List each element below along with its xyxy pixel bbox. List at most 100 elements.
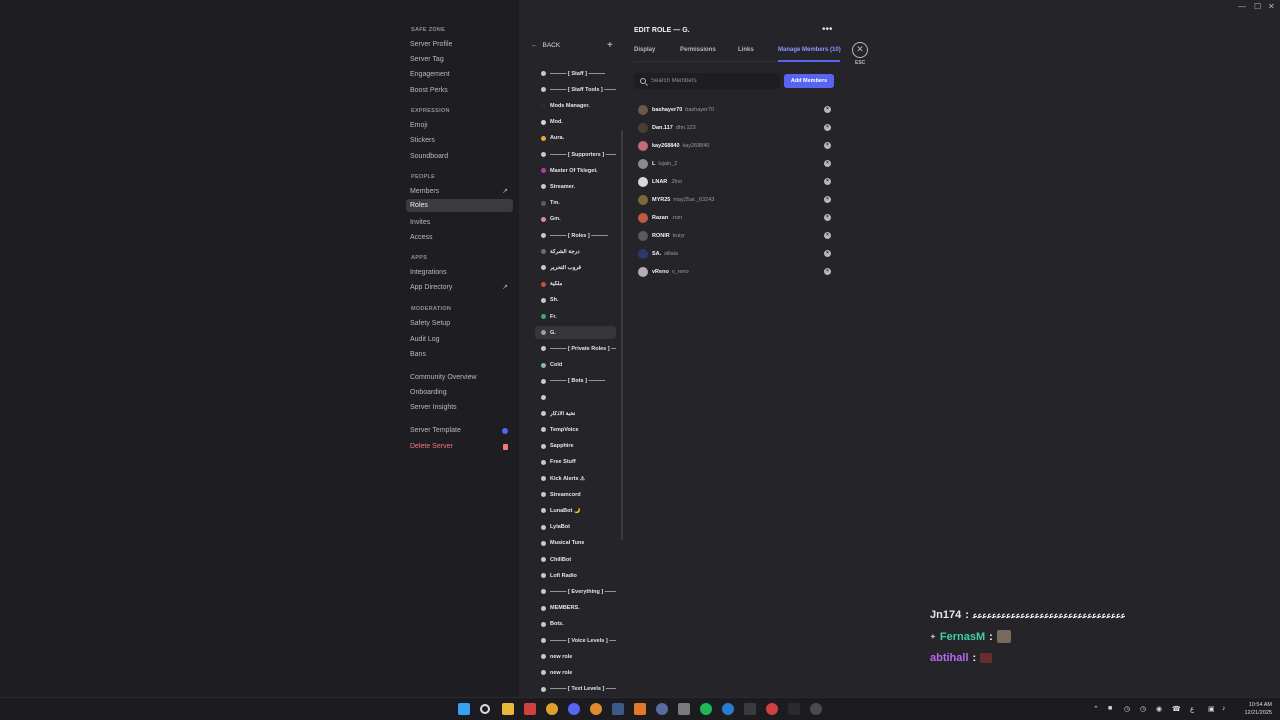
role-list-scrollbar[interactable] — [621, 130, 623, 540]
remove-member-icon[interactable]: × — [824, 160, 831, 167]
sidebar-item-boost-perks[interactable]: Boost Perks — [406, 84, 513, 97]
search-members-input[interactable] — [651, 78, 771, 84]
role-item[interactable]: Gm. — [535, 213, 616, 226]
headphones-icon[interactable]: ◷ — [1140, 705, 1146, 713]
role-item[interactable]: ——— [ Voice Levels ] ——— — [535, 634, 616, 647]
headset-icon[interactable]: ◷ — [1124, 705, 1130, 713]
role-item[interactable]: Sapphire — [535, 440, 616, 453]
role-item[interactable]: نخبة الأذكار — [535, 407, 616, 420]
spotify-icon[interactable] — [700, 703, 712, 715]
taskbar-clock[interactable]: 10:54 AM 12/21/2025 — [1238, 701, 1272, 717]
language-indicator[interactable]: ع — [1190, 705, 1194, 713]
role-item[interactable]: Master Of Tkleget. — [535, 164, 616, 177]
role-item[interactable]: ——— [ Everything ] ——— — [535, 585, 616, 598]
remove-member-icon[interactable]: × — [824, 232, 831, 239]
capcut-icon[interactable] — [788, 703, 800, 715]
maximize-button[interactable]: ☐ — [1254, 2, 1261, 11]
role-item[interactable]: new role — [535, 650, 616, 663]
remove-member-icon[interactable]: × — [824, 106, 831, 113]
sidebar-item-server-profile[interactable]: Server Profile — [406, 38, 513, 51]
discord-icon[interactable] — [568, 703, 580, 715]
sidebar-item-app-directory[interactable]: App Directory ↗ — [406, 281, 513, 294]
sidebar-item-safety-setup[interactable]: Safety Setup — [406, 317, 513, 330]
role-item[interactable]: LylaBot — [535, 521, 616, 534]
close-icon[interactable]: ✕ — [852, 42, 868, 58]
role-item[interactable]: Bots. — [535, 618, 616, 631]
windows-start-icon[interactable] — [458, 703, 470, 715]
tab-links[interactable]: Links — [738, 47, 754, 53]
role-item[interactable]: Kick Alerts ⚠ — [535, 472, 616, 485]
role-item[interactable]: ——— [ Staff Tools ] ——— — [535, 83, 616, 96]
role-item[interactable]: ملكية — [535, 278, 616, 291]
role-item[interactable]: Cold — [535, 359, 616, 372]
sidebar-item-access[interactable]: Access — [406, 231, 513, 244]
role-item[interactable]: ——— [ Bots ] ——— — [535, 375, 616, 388]
role-item[interactable]: Tm. — [535, 197, 616, 210]
app-a-icon[interactable] — [634, 703, 646, 715]
tab-manage-members[interactable]: Manage Members (10) — [778, 47, 841, 53]
app-blue-icon[interactable] — [656, 703, 668, 715]
search-taskbar-icon[interactable] — [480, 704, 490, 714]
role-item[interactable]: TempVoice — [535, 423, 616, 436]
remove-member-icon[interactable]: × — [824, 268, 831, 275]
remove-member-icon[interactable]: × — [824, 214, 831, 221]
app-gray-icon[interactable] — [810, 703, 822, 715]
role-item[interactable]: درجة الشركة — [535, 245, 616, 258]
app-store-icon[interactable] — [722, 703, 734, 715]
file-explorer-icon[interactable] — [502, 703, 514, 715]
app-red-icon[interactable] — [524, 703, 536, 715]
role-item[interactable]: Streamer. — [535, 180, 616, 193]
chevron-up-icon[interactable]: ⌃ — [1093, 705, 1099, 713]
sidebar-item-integrations[interactable]: Integrations — [406, 266, 513, 279]
role-item[interactable]: G. — [535, 326, 616, 340]
role-item[interactable]: LunaBot 🌙 — [535, 504, 616, 517]
chrome-icon[interactable] — [546, 703, 558, 715]
tab-display[interactable]: Display — [634, 47, 655, 53]
sidebar-item-engagement[interactable]: Engagement — [406, 68, 513, 81]
role-item[interactable]: ——— [ Private Roles ] ——— — [535, 342, 616, 355]
sidebar-item-server-template[interactable]: Server Template — [406, 424, 513, 437]
app-x-icon[interactable] — [744, 703, 756, 715]
add-members-button[interactable]: Add Members — [784, 74, 834, 88]
remove-member-icon[interactable]: × — [824, 142, 831, 149]
steam-icon[interactable] — [612, 703, 624, 715]
role-item[interactable]: ChillBot — [535, 553, 616, 566]
app-orange-icon[interactable] — [590, 703, 602, 715]
sidebar-item-stickers[interactable]: Stickers — [406, 134, 513, 147]
remove-member-icon[interactable]: × — [824, 196, 831, 203]
create-role-button[interactable]: + — [607, 40, 613, 51]
sidebar-item-server-insights[interactable]: Server Insights — [406, 401, 513, 414]
role-item[interactable]: Aura. — [535, 132, 616, 145]
sidebar-item-soundboard[interactable]: Soundboard — [406, 150, 513, 163]
role-item[interactable]: Fr. — [535, 310, 616, 323]
record-icon[interactable]: ◉ — [1156, 705, 1162, 713]
more-options-icon[interactable]: ••• — [822, 24, 833, 35]
sidebar-item-emoji[interactable]: Emoji — [406, 119, 513, 132]
remove-member-icon[interactable]: × — [824, 250, 831, 257]
role-item[interactable]: new role — [535, 666, 616, 679]
sidebar-item-audit-log[interactable]: Audit Log — [406, 333, 513, 346]
app-red-circle-icon[interactable] — [766, 703, 778, 715]
close-window-button[interactable]: ✕ — [1268, 2, 1275, 11]
sidebar-item-invites[interactable]: Invites — [406, 216, 513, 229]
sidebar-item-community-overview[interactable]: Community Overview — [406, 371, 513, 384]
remove-member-icon[interactable]: × — [824, 124, 831, 131]
role-item[interactable]: ——— [ Staff ] ——— — [535, 67, 616, 80]
network-icon[interactable]: ▣ — [1208, 705, 1215, 713]
sidebar-item-bans[interactable]: Bans — [406, 348, 513, 361]
search-members-box[interactable] — [634, 73, 780, 89]
role-item[interactable]: ——— [ Text Levels ] ——— — [535, 683, 616, 696]
app-grid-icon[interactable] — [678, 703, 690, 715]
remove-member-icon[interactable]: × — [824, 178, 831, 185]
minimize-button[interactable]: — — [1238, 2, 1246, 11]
tray-app-icon[interactable]: ■ — [1108, 705, 1112, 712]
role-item[interactable] — [535, 391, 616, 404]
sidebar-item-delete-server[interactable]: Delete Server — [406, 440, 513, 453]
role-item[interactable]: Musical Tune — [535, 537, 616, 550]
back-button[interactable]: ← BACK — [531, 42, 560, 49]
tab-permissions[interactable]: Permissions — [680, 47, 716, 53]
sidebar-item-server-tag[interactable]: Server Tag — [406, 53, 513, 66]
role-item[interactable]: ——— [ Supporters ] ——— — [535, 148, 616, 161]
role-item[interactable]: Mod. — [535, 116, 616, 129]
role-item[interactable]: MEMBERS. — [535, 602, 616, 615]
